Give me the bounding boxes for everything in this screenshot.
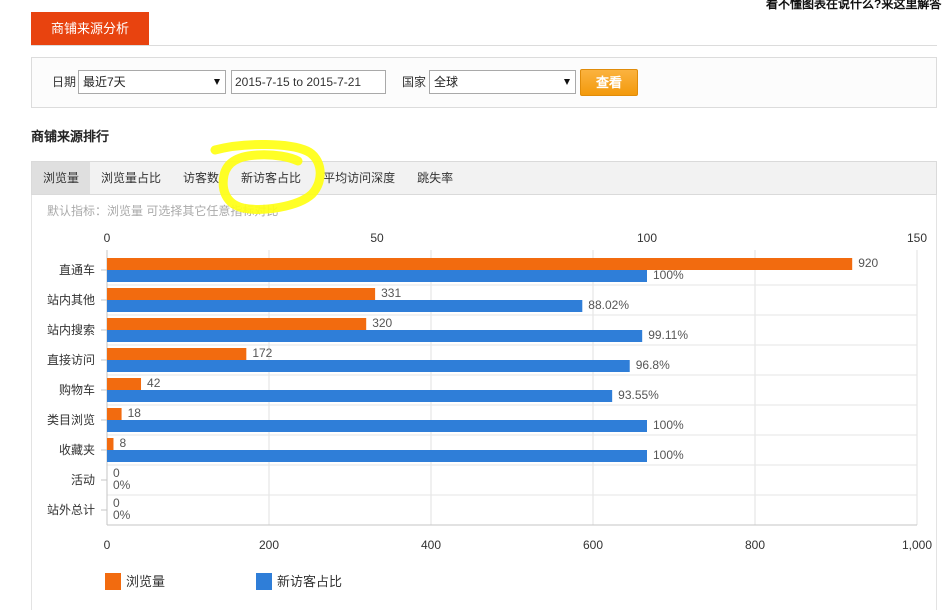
category-label: 站外总计 [47, 503, 95, 517]
bottom-axis-tick-label: 1,000 [902, 538, 932, 552]
bottom-axis-tick-label: 800 [745, 538, 765, 552]
bar-new-visitor-ratio[interactable] [107, 300, 583, 312]
category-label: 收藏夹 [59, 443, 95, 457]
metric-hint: 默认指标：浏览量 可选择其它任意指标对比 [47, 204, 279, 218]
section-title: 商铺来源排行 [31, 129, 110, 144]
category-label: 站内其他 [47, 293, 95, 307]
country-select-value: 全球 [434, 75, 459, 89]
tab-pageview-share[interactable]: 浏览量占比 [90, 162, 172, 194]
data-label-new-visitor-ratio: 100% [653, 418, 684, 432]
data-label-new-visitor-ratio: 0% [113, 508, 131, 522]
bar-pageviews[interactable] [107, 288, 376, 300]
data-label-new-visitor-ratio: 93.55% [618, 388, 659, 402]
caret-down-icon [564, 79, 570, 85]
data-label-new-visitor-ratio: 96.8% [636, 358, 670, 372]
filter-bar: 日期 最近7天 国家 全球 查看 [31, 57, 937, 108]
category-label: 直接访问 [47, 352, 95, 367]
bottom-axis-tick-label: 600 [583, 538, 603, 552]
legend-label-pageviews: 浏览量 [126, 574, 166, 589]
category-label: 类目浏览 [47, 412, 95, 427]
view-button[interactable]: 查看 [580, 69, 638, 96]
data-label-new-visitor-ratio: 99.11% [648, 328, 688, 342]
bar-pageviews[interactable] [107, 318, 367, 330]
bar-pageviews[interactable] [107, 408, 122, 420]
data-label-new-visitor-ratio: 100% [653, 448, 684, 462]
bar-new-visitor-ratio[interactable] [107, 420, 647, 432]
bottom-axis-tick-label: 400 [421, 538, 441, 552]
data-label-pageviews: 172 [252, 346, 272, 360]
category-label: 购物车 [59, 382, 95, 397]
bar-pageviews[interactable] [107, 258, 853, 270]
bar-pageviews[interactable] [107, 378, 142, 390]
date-range-select[interactable]: 最近7天 [78, 70, 226, 94]
legend-label-new-visitor-ratio: 新访客占比 [277, 574, 343, 589]
top-axis-tick-label: 100 [637, 231, 657, 245]
tab-new-visitor-ratio[interactable]: 新访客占比 [230, 162, 312, 194]
top-axis-tick-label: 0 [104, 231, 111, 245]
country-label: 国家 [402, 75, 427, 89]
bar-pageviews[interactable] [107, 438, 114, 450]
bottom-axis-tick-label: 200 [259, 538, 279, 552]
help-link-container: 看不懂图表在说什么?来这里解答 [766, 0, 944, 14]
bar-new-visitor-ratio[interactable] [107, 270, 647, 282]
data-label-new-visitor-ratio: 88.02% [588, 298, 629, 312]
bar-new-visitor-ratio[interactable] [107, 330, 643, 342]
tab-visitors[interactable]: 访客数 [172, 162, 230, 194]
category-label: 活动 [71, 473, 95, 487]
header-divider [31, 45, 937, 46]
bar-pageviews[interactable] [107, 348, 247, 360]
bar-new-visitor-ratio[interactable] [107, 450, 647, 462]
data-label-pageviews: 920 [858, 256, 878, 270]
category-label: 站内搜索 [47, 322, 95, 337]
metric-tab-bar: 浏览量 浏览量占比 访客数 新访客占比 平均访问深度 跳失率 [31, 161, 937, 195]
top-axis-tick-label: 150 [907, 231, 927, 245]
data-label-pageviews: 8 [119, 436, 126, 450]
data-label-new-visitor-ratio: 100% [653, 268, 684, 282]
legend-swatch-pageviews [105, 573, 121, 590]
data-label-pageviews: 18 [128, 406, 142, 420]
data-label-pageviews: 331 [381, 286, 401, 300]
date-range-input[interactable] [231, 70, 386, 94]
chart-help-link[interactable]: 看不懂图表在说什么?来这里解答 [766, 0, 944, 12]
legend-item-new-visitor-ratio[interactable]: 新访客占比 [256, 573, 356, 590]
caret-down-icon [214, 79, 220, 85]
category-label: 直通车 [59, 262, 95, 277]
source-ranking-bar-chart: 0 50 100 150 0 200 400 600 800 1,000 直通车站内其他站内搜索直接… [47, 231, 932, 552]
legend-item-pageviews[interactable]: 浏览量 [105, 573, 195, 590]
legend-swatch-new-visitor-ratio [256, 573, 272, 590]
bar-new-visitor-ratio[interactable] [107, 360, 630, 372]
country-select[interactable]: 全球 [429, 70, 576, 94]
data-label-pageviews: 320 [372, 316, 392, 330]
tab-bounce-rate[interactable]: 跳失率 [406, 162, 464, 194]
date-range-select-value: 最近7天 [83, 75, 126, 89]
bottom-axis-tick-label: 0 [104, 538, 111, 552]
data-label-pageviews: 42 [147, 376, 161, 390]
tab-pageviews[interactable]: 浏览量 [32, 162, 91, 194]
shop-source-analysis-tab[interactable]: 商铺来源分析 [31, 12, 149, 45]
bar-new-visitor-ratio[interactable] [107, 390, 613, 402]
data-label-new-visitor-ratio: 0% [113, 478, 131, 492]
top-axis-tick-label: 50 [370, 231, 384, 245]
tab-avg-visit-depth[interactable]: 平均访问深度 [312, 162, 406, 194]
date-label: 日期 [52, 75, 77, 89]
